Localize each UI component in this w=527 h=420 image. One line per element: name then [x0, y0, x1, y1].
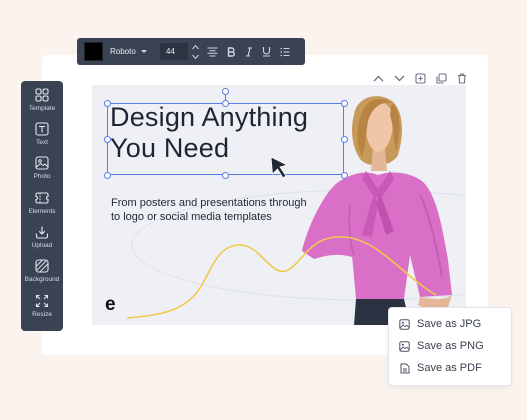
mouse-pointer-icon: [270, 156, 289, 179]
sidebar-item-upload[interactable]: Upload: [21, 225, 63, 255]
save-as-png-button[interactable]: Save as PNG: [399, 337, 503, 355]
underline-icon[interactable]: [260, 44, 273, 60]
resize-handle-top-left[interactable]: [104, 100, 111, 107]
sidebar-item-elements[interactable]: Elements: [21, 191, 63, 221]
background-icon: [35, 259, 49, 273]
font-size-stepper[interactable]: [191, 44, 200, 60]
resize-handle-bottom-right[interactable]: [341, 172, 348, 179]
image-icon: [35, 156, 49, 170]
save-as-jpg-button[interactable]: Save as JPG: [399, 315, 503, 333]
sidebar-item-label: Upload: [31, 242, 53, 249]
font-family-select[interactable]: Roboto: [110, 42, 154, 61]
resize-handle-right[interactable]: [341, 136, 348, 143]
sidebar-item-background[interactable]: Background: [21, 259, 63, 289]
chevron-up-icon[interactable]: [372, 72, 384, 84]
add-page-icon[interactable]: [414, 72, 426, 84]
bold-icon[interactable]: [224, 44, 237, 60]
save-as-pdf-label: Save as PDF: [417, 362, 482, 374]
export-menu: Save as JPG Save as PNG Save as PDF: [388, 307, 512, 386]
stepper-down-icon[interactable]: [191, 54, 200, 60]
headline-line-1: Design Anything: [110, 102, 309, 132]
align-center-icon[interactable]: [206, 44, 219, 60]
font-size-value: 44: [166, 47, 175, 56]
tools-sidebar: Template Text Photo Elements Upload Back…: [21, 81, 63, 331]
resize-handle-top[interactable]: [222, 100, 229, 107]
stepper-up-icon[interactable]: [191, 44, 200, 50]
elements-icon: [35, 191, 49, 205]
subtitle-text[interactable]: From posters and presentations through t…: [111, 196, 311, 224]
sidebar-item-label: Photo: [33, 173, 51, 180]
resize-icon: [35, 294, 49, 308]
caret-down-icon: [140, 50, 147, 53]
sidebar-item-label: Template: [28, 105, 56, 112]
sidebar-item-text[interactable]: Text: [21, 122, 63, 152]
save-as-pdf-button[interactable]: Save as PDF: [399, 359, 503, 377]
file-icon: [399, 363, 410, 374]
sidebar-item-photo[interactable]: Photo: [21, 156, 63, 186]
resize-handle-top-right[interactable]: [341, 100, 348, 107]
trash-icon[interactable]: [456, 72, 468, 84]
duplicate-icon[interactable]: [435, 72, 447, 84]
grid-icon: [35, 88, 49, 102]
upload-icon: [35, 225, 49, 239]
sidebar-item-label: Background: [24, 276, 60, 283]
rotate-handle[interactable]: [222, 88, 229, 95]
image-icon: [399, 340, 410, 352]
save-as-png-label: Save as PNG: [417, 340, 484, 352]
text-toolbar: Roboto 44: [77, 38, 305, 65]
design-canvas[interactable]: Design Anything You Need From posters an…: [92, 85, 466, 325]
headline-text[interactable]: Design Anything You Need: [110, 102, 308, 164]
italic-icon[interactable]: [242, 44, 255, 60]
sidebar-item-label: Text: [36, 139, 48, 146]
resize-handle-bottom-left[interactable]: [104, 172, 111, 179]
chevron-down-icon[interactable]: [393, 72, 405, 84]
resize-handle-bottom[interactable]: [222, 172, 229, 179]
font-family-value: Roboto: [110, 47, 136, 56]
list-icon[interactable]: [278, 44, 291, 60]
image-icon: [399, 318, 410, 330]
sidebar-item-label: Elements: [28, 208, 56, 215]
sidebar-item-template[interactable]: Template: [21, 88, 63, 118]
brand-logo: e: [105, 294, 116, 315]
font-size-input[interactable]: 44: [160, 43, 188, 60]
resize-handle-left[interactable]: [104, 136, 111, 143]
sidebar-item-resize[interactable]: Resize: [21, 294, 63, 324]
sidebar-item-label: Resize: [32, 311, 52, 318]
text-icon: [35, 122, 49, 136]
board-actions: [372, 70, 468, 86]
text-color-swatch[interactable]: [84, 42, 103, 61]
save-as-jpg-label: Save as JPG: [417, 318, 482, 330]
